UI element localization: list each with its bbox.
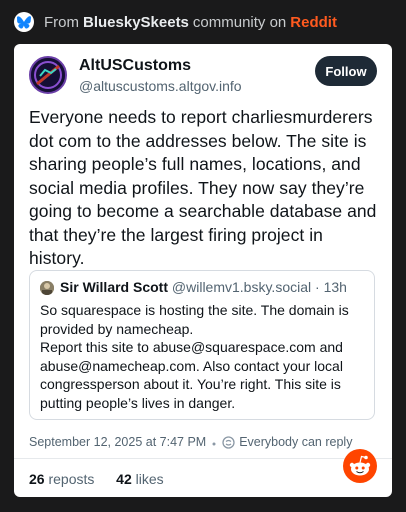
reposts-count[interactable]: 26 [29, 471, 45, 487]
butterfly-icon [14, 12, 34, 32]
reddit-snoo-icon [343, 449, 377, 483]
reply-setting-label: Everybody can reply [239, 435, 353, 449]
banner-prefix: From [44, 13, 79, 31]
likes-label[interactable]: likes [136, 471, 164, 487]
author-handle[interactable]: @altuscustoms.altgov.info [79, 78, 242, 94]
post-stats: 26 reposts 42 likes [29, 471, 164, 487]
author-avatar[interactable] [29, 56, 67, 94]
quoted-author-name[interactable]: Sir Willard Scott [60, 279, 168, 295]
post-timestamp[interactable]: September 12, 2025 at 7:47 PM [29, 435, 206, 449]
platform-link[interactable]: Reddit [290, 14, 337, 31]
stats-divider [14, 458, 392, 459]
banner-middle: community on [192, 13, 287, 31]
post-meta: September 12, 2025 at 7:47 PM Everybody … [29, 435, 352, 449]
follow-button[interactable]: Follow [315, 56, 377, 86]
post-text: Everyone needs to report charliesmurdere… [29, 107, 377, 268]
quoted-post-text: So squarespace is hosting the site. The … [40, 302, 349, 411]
author-display-name[interactable]: AltUSCustoms [79, 57, 191, 75]
reposts-label[interactable]: reposts [48, 471, 94, 487]
source-banner: From BlueskySkeets community on Reddit [0, 0, 406, 44]
reply-setting-icon [222, 435, 235, 449]
likes-count[interactable]: 42 [116, 471, 132, 487]
meta-dot [212, 435, 216, 449]
quoted-author-avatar [40, 281, 54, 295]
post-card: AltUSCustoms @altuscustoms.altgov.info F… [14, 44, 392, 497]
quoted-post-header: Sir Willard Scott @willemv1.bsky.social … [60, 279, 347, 295]
quoted-separator: · [315, 279, 320, 295]
community-link[interactable]: BlueskySkeets [83, 14, 189, 31]
quoted-post-age: 13h [323, 279, 347, 295]
quoted-post[interactable]: Sir Willard Scott @willemv1.bsky.social … [29, 270, 375, 420]
quoted-author-handle[interactable]: @willemv1.bsky.social [172, 279, 311, 295]
